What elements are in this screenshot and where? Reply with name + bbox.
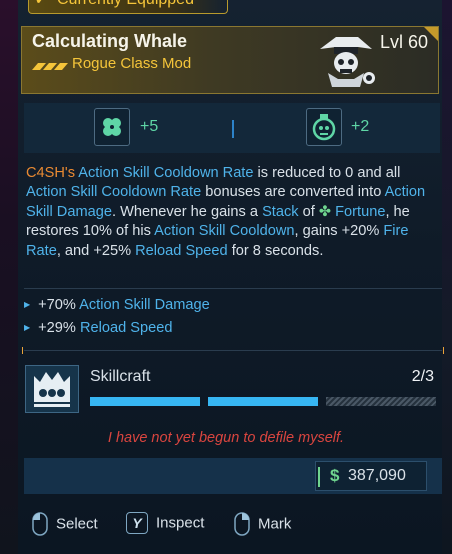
skill-progress-segment <box>208 397 318 406</box>
mouse-left-icon <box>32 512 48 536</box>
item-header: Calculating Whale Rogue Class Mod Lvl 60 <box>21 26 439 94</box>
bullet-arrow-icon: ▶ <box>24 300 31 309</box>
controls-bar: Select Y Inspect Mark <box>0 508 452 540</box>
flavor-text: I have not yet begun to defile myself. <box>107 430 345 446</box>
keyword-action-skill-cooldown-rate: Action Skill Cooldown Rate <box>78 165 254 181</box>
keyword-stack: Stack <box>262 203 299 220</box>
divider <box>22 347 444 354</box>
class-mod-skull-hat-icon <box>320 37 375 87</box>
fortune-clover-icon: ✤ <box>318 203 332 220</box>
skill-panel[interactable]: Skillcraft 2/3 <box>24 361 442 417</box>
equipped-label: Currently Equipped <box>57 0 194 9</box>
rarity-chevrons-icon <box>32 63 68 70</box>
item-card: ✔ Currently Equipped Calculating Whale R… <box>0 0 452 554</box>
price-bar: $ 387,090 <box>24 458 442 494</box>
checkmark-icon: ✔ <box>35 0 47 8</box>
currency-icon: $ <box>330 466 340 485</box>
inspect-button[interactable]: Y Inspect <box>126 512 204 534</box>
background-edge-right <box>442 0 452 554</box>
item-description: C4SH's Action Skill Cooldown Rate is red… <box>26 165 426 259</box>
mouse-right-icon <box>234 512 250 536</box>
item-level: Lvl 60 <box>379 32 428 52</box>
keyword-action-skill-cooldown: Action Skill Cooldown <box>154 223 295 240</box>
stat-grenade-value: +2 <box>351 118 370 135</box>
keyword-c4sh: C4SH's <box>26 165 76 181</box>
bonus-line: ▶ +70% Action Skill Damage <box>24 297 210 313</box>
skill-progress-segment <box>326 397 436 406</box>
equipped-tab: ✔ Currently Equipped <box>28 0 228 14</box>
y-key-icon: Y <box>126 512 148 534</box>
stat-grenade[interactable]: +2 <box>234 103 440 153</box>
keyword-fortune: Fortune <box>335 203 386 220</box>
divider <box>24 288 442 289</box>
skillcraft-icon <box>25 365 79 413</box>
grenade-skull-icon <box>306 108 342 146</box>
price-accent <box>318 467 320 487</box>
keyword-reload-speed: Reload Speed <box>135 242 228 259</box>
keyword-action-skill-cooldown-rate: Action Skill Cooldown Rate <box>26 184 202 201</box>
mark-button[interactable]: Mark <box>234 512 291 536</box>
price-amount: 387,090 <box>348 467 406 484</box>
bullet-arrow-icon: ▶ <box>24 323 31 332</box>
stat-luck[interactable]: +5 <box>24 103 232 153</box>
bonus-line: ▶ +29% Reload Speed <box>24 320 173 336</box>
clover-icon <box>94 108 130 146</box>
item-name: Calculating Whale <box>32 31 188 51</box>
skill-count: 2/3 <box>411 368 434 385</box>
skill-name: Skillcraft <box>90 368 151 385</box>
skill-progress-segment <box>90 397 200 406</box>
stat-row: +5 +2 <box>24 103 440 153</box>
stat-luck-value: +5 <box>140 118 159 135</box>
select-button[interactable]: Select <box>32 512 98 536</box>
background-edge-left <box>0 0 18 554</box>
item-type: Rogue Class Mod <box>72 55 192 72</box>
price-box: $ 387,090 <box>315 461 427 491</box>
